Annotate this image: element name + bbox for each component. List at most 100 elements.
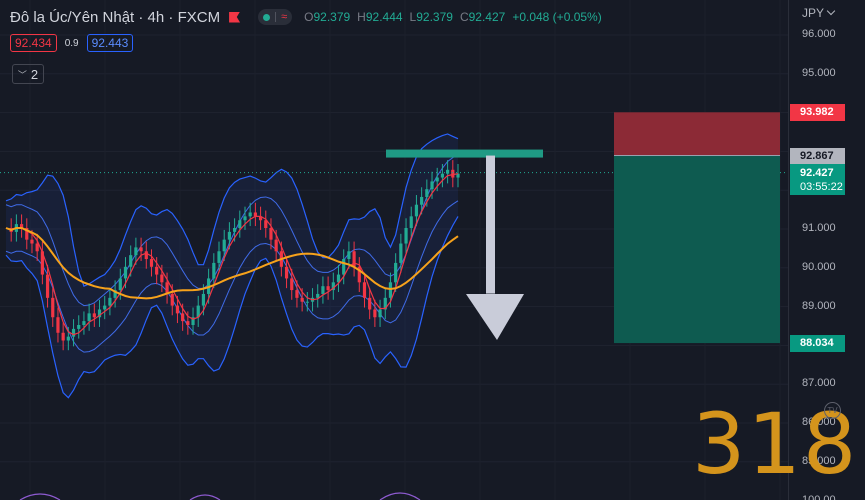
- candle-body: [248, 212, 252, 217]
- candle-body: [295, 290, 299, 298]
- candle-body: [170, 293, 174, 306]
- chart-header: Đô la Úc/Yên Nhật · 4h · FXCM ≈ O92.379 …: [10, 7, 609, 27]
- candle-body: [420, 196, 424, 205]
- candle-body: [430, 181, 434, 190]
- candle-body: [129, 255, 133, 267]
- price-axis-tick: 95.000: [802, 66, 836, 79]
- take-profit-zone: [614, 155, 780, 344]
- price-axis-tick: 96.000: [802, 28, 836, 40]
- currency-selector[interactable]: JPY: [802, 6, 824, 20]
- target-price-tag: 88.034: [790, 335, 845, 352]
- candle-body: [284, 266, 289, 279]
- candle-body: [212, 262, 216, 279]
- candle-body: [222, 239, 226, 252]
- candle-body: [347, 251, 351, 260]
- pill-separator: [275, 12, 277, 22]
- candle-body: [404, 228, 408, 244]
- stop-price-tag: 93.982: [790, 104, 845, 121]
- chevron-down-icon: ﹀: [17, 69, 27, 80]
- candle-body: [451, 169, 455, 178]
- candle-body: [45, 274, 50, 298]
- candle-body: [51, 297, 55, 318]
- candle-body: [269, 228, 273, 240]
- price-axis-tick: 87.000: [802, 377, 836, 390]
- close-value: 92.427: [468, 10, 506, 24]
- candle-body: [144, 251, 148, 260]
- candle-body: [181, 313, 185, 322]
- candle-body: [342, 259, 346, 275]
- candle-body: [425, 189, 429, 197]
- candle-body: [435, 177, 439, 182]
- candle-body: [139, 247, 143, 252]
- current-price-value: 92.427: [800, 167, 834, 179]
- candle-body: [118, 278, 122, 291]
- high-value: 92.444: [365, 10, 403, 24]
- candle-body: [399, 243, 403, 263]
- price-axis-tick: 100.00: [802, 493, 836, 500]
- candle-body: [77, 325, 81, 329]
- candle-body: [149, 259, 154, 267]
- ohlc-readout: O92.379 H92.444 L92.379 C92.427 +0.048 (…: [304, 10, 602, 24]
- buy-button[interactable]: 92.443: [86, 34, 134, 52]
- resistance-zone: [386, 149, 543, 158]
- candle-body: [108, 297, 112, 306]
- candle-body: [243, 216, 247, 221]
- candle-body: [217, 251, 221, 263]
- chart-root[interactable]: Đô la Úc/Yên Nhật · 4h · FXCM ≈ O92.379 …: [0, 0, 865, 500]
- candle-body: [368, 297, 372, 310]
- sell-button[interactable]: 92.434: [10, 34, 57, 52]
- candle-body: [30, 239, 34, 244]
- tradingview-logo-icon[interactable]: TV: [824, 402, 841, 419]
- wave-icon: ≈: [281, 10, 288, 23]
- candle-body: [71, 328, 76, 337]
- symbol-title[interactable]: Đô la Úc/Yên Nhật · 4h · FXCM: [10, 9, 220, 26]
- candle-body: [82, 321, 86, 325]
- arrow-shaft: [486, 155, 495, 294]
- entry-price-tag: 92.867: [790, 148, 845, 164]
- candle-body: [56, 317, 60, 333]
- indicators-toggle-button[interactable]: ﹀ 2: [12, 64, 44, 84]
- candle-body: [227, 231, 232, 240]
- candle-body: [134, 247, 138, 256]
- oscillator-line: [19, 492, 421, 500]
- candle-body: [305, 301, 309, 303]
- candle-body: [66, 336, 70, 341]
- price-axis-tick: 91.000: [802, 222, 836, 234]
- trade-buttons: 92.434 0.9 92.443: [10, 34, 134, 52]
- candle-body: [186, 321, 190, 325]
- candle-body: [394, 262, 398, 283]
- candle-body: [103, 305, 107, 310]
- candle-body: [238, 220, 242, 228]
- candle-body: [321, 286, 325, 294]
- candle-body: [274, 239, 278, 252]
- market-open-dot-icon: [263, 13, 271, 21]
- price-axis-tick: 89.000: [802, 299, 836, 312]
- candle-body: [201, 293, 206, 306]
- indicator-count: 2: [30, 66, 39, 82]
- spread-value: 0.9: [64, 37, 79, 49]
- candle-body: [362, 282, 367, 298]
- candle-body: [35, 243, 39, 252]
- candle-body: [123, 266, 128, 279]
- candle-body: [300, 297, 304, 302]
- bollinger-band-fill: [6, 133, 458, 398]
- candle-body: [409, 216, 413, 228]
- candle-body: [61, 332, 65, 341]
- candle-body: [155, 266, 159, 275]
- open-value: 92.379: [313, 10, 351, 24]
- low-value: 92.379: [416, 10, 453, 24]
- flag-icon[interactable]: [229, 11, 241, 23]
- market-status-pill[interactable]: ≈: [258, 9, 293, 25]
- candle-body: [378, 309, 382, 318]
- candle-body: [290, 278, 294, 291]
- candle-body: [414, 204, 419, 217]
- down-arrow-icon: [466, 294, 524, 340]
- candle-body: [92, 313, 96, 318]
- candle-body: [87, 313, 91, 322]
- price-axis-tick: 90.000: [802, 260, 836, 273]
- candle-body: [373, 309, 377, 318]
- candle-body: [440, 173, 445, 178]
- candle-body: [175, 305, 180, 314]
- change-value: +0.048 (+0.05%): [512, 10, 602, 24]
- candle-body: [160, 274, 164, 283]
